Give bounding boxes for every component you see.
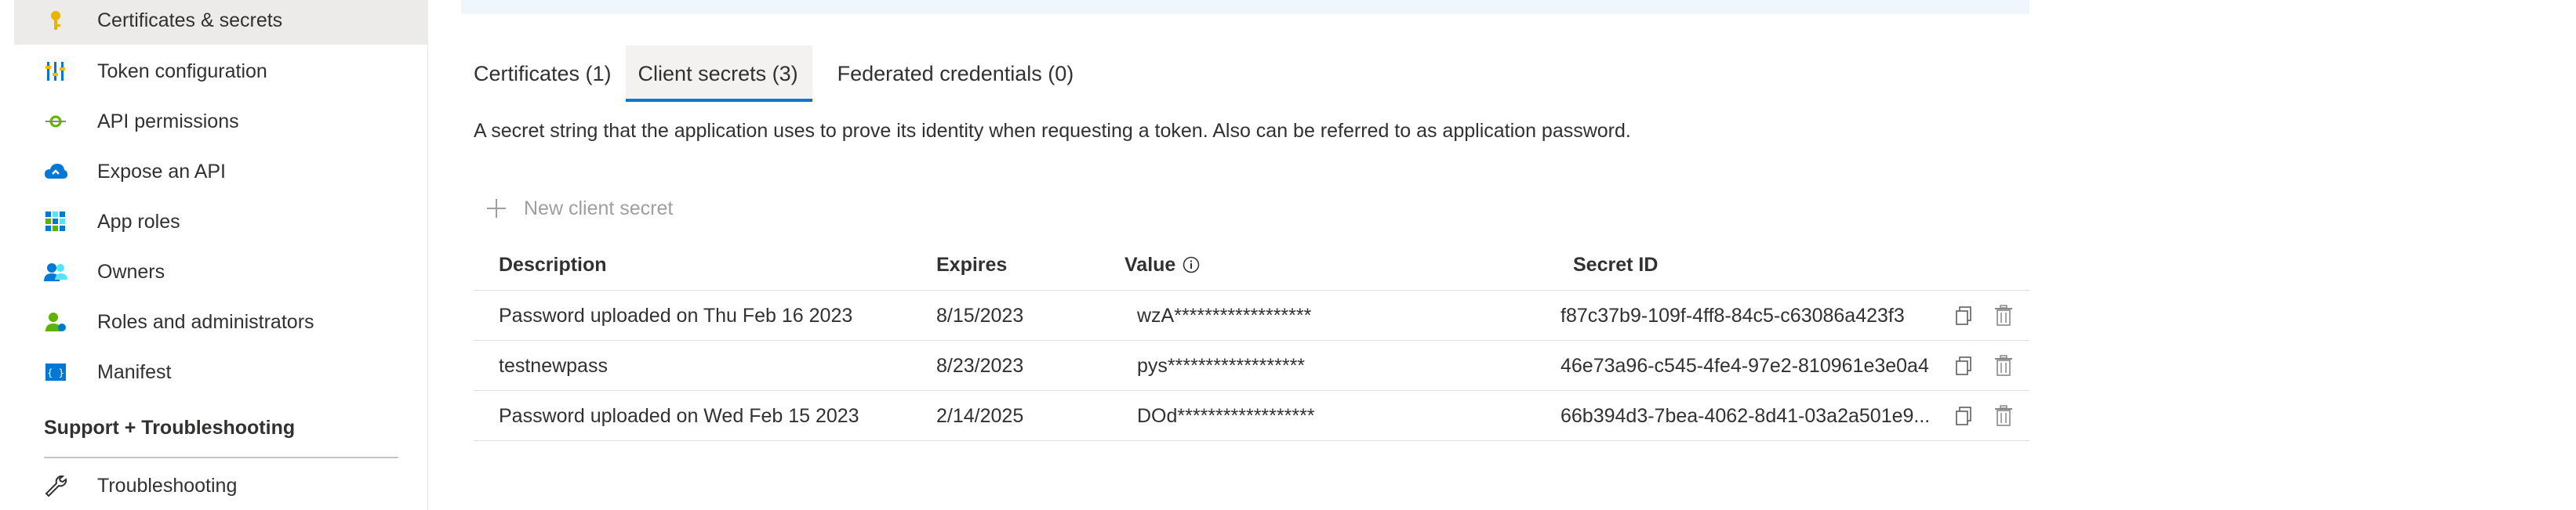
people-icon bbox=[42, 259, 69, 285]
manifest-icon: { } bbox=[42, 359, 69, 385]
app-roles-grid-icon bbox=[42, 208, 69, 235]
tab-federated-credentials[interactable]: Federated credentials (0) bbox=[812, 45, 1087, 102]
cell-secret-id: 46e73a96-c545-4fe4-97e2-810961e3e0a4 bbox=[1560, 341, 1929, 391]
cell-value: DOd****************** bbox=[1137, 404, 1315, 427]
copy-button[interactable] bbox=[1951, 341, 1978, 391]
tab-label: Federated credentials (0) bbox=[837, 61, 1074, 85]
tab-label: Client secrets (3) bbox=[638, 61, 798, 85]
sidebar-item-manifest[interactable]: { } Manifest bbox=[14, 348, 428, 396]
cell-expires: 2/14/2025 bbox=[936, 404, 1024, 427]
cell-value: pys****************** bbox=[1137, 354, 1306, 377]
table-header: Description Expires Value Secret ID bbox=[474, 239, 2029, 291]
cell-description: testnewpass bbox=[499, 354, 608, 377]
sidebar-item-troubleshooting[interactable]: Troubleshooting bbox=[14, 461, 428, 510]
table-row: Password uploaded on Thu Feb 16 2023 8/1… bbox=[474, 291, 2029, 341]
secret-id-text: f87c37b9-109f-4ff8-84c5-c63086a423f3 bbox=[1560, 304, 1905, 327]
tab-label: Certificates (1) bbox=[474, 61, 612, 85]
cell-value: wzA****************** bbox=[1137, 304, 1312, 327]
trash-icon bbox=[1995, 355, 2012, 376]
info-icon[interactable] bbox=[1182, 255, 1201, 274]
sidebar-item-token-configuration[interactable]: Token configuration bbox=[14, 47, 428, 96]
cloud-icon bbox=[42, 158, 69, 185]
sidebar-item-label: Expose an API bbox=[97, 160, 227, 183]
sidebar: Certificates & secrets Token configurati… bbox=[0, 0, 428, 510]
copy-icon bbox=[1956, 356, 1971, 375]
client-secrets-table: Description Expires Value Secret ID Pass… bbox=[474, 239, 2029, 441]
copy-icon bbox=[1956, 306, 1971, 325]
client-secrets-description: A secret string that the application use… bbox=[474, 120, 1631, 142]
header-description[interactable]: Description bbox=[499, 239, 607, 291]
header-value-label: Value bbox=[1125, 253, 1176, 276]
secret-id-text: 66b394d3-7bea-4062-8d41-03a2a501e9... bbox=[1560, 404, 1931, 427]
sidebar-item-label: API permissions bbox=[97, 110, 239, 132]
tab-selected-indicator bbox=[625, 99, 812, 102]
cell-expires: 8/23/2023 bbox=[936, 354, 1024, 377]
api-permissions-icon bbox=[42, 108, 69, 135]
sidebar-divider bbox=[44, 457, 398, 458]
tab-client-secrets[interactable]: Client secrets (3) bbox=[625, 45, 812, 102]
token-config-icon bbox=[42, 58, 69, 85]
cell-secret-id: 66b394d3-7bea-4062-8d41-03a2a501e9... bbox=[1560, 391, 1930, 441]
delete-button[interactable] bbox=[1990, 291, 2017, 341]
tab-certificates[interactable]: Certificates (1) bbox=[461, 45, 626, 102]
sidebar-item-label: Certificates & secrets bbox=[97, 9, 283, 31]
sidebar-item-label: Roles and administrators bbox=[97, 310, 314, 333]
key-icon bbox=[42, 7, 69, 34]
sidebar-item-label: Token configuration bbox=[97, 60, 267, 82]
app-registration-page: Certificates & secrets Token configurati… bbox=[0, 0, 2576, 510]
sidebar-item-api-permissions[interactable]: API permissions bbox=[14, 97, 428, 146]
trash-icon bbox=[1995, 405, 2012, 426]
cell-description: Password uploaded on Thu Feb 16 2023 bbox=[499, 304, 853, 327]
sidebar-item-expose-an-api[interactable]: Expose an API bbox=[14, 147, 428, 196]
copy-button[interactable] bbox=[1951, 291, 1978, 341]
secret-id-text: 46e73a96-c545-4fe4-97e2-810961e3e0a4 bbox=[1560, 354, 1929, 377]
new-client-secret-button[interactable]: New client secret bbox=[485, 193, 673, 224]
plus-icon bbox=[485, 197, 508, 220]
sidebar-item-app-roles[interactable]: App roles bbox=[14, 197, 428, 246]
sidebar-item-certificates-secrets[interactable]: Certificates & secrets bbox=[14, 0, 428, 45]
header-expires[interactable]: Expires bbox=[936, 239, 1007, 291]
copy-icon bbox=[1956, 407, 1971, 425]
tab-bar: Certificates (1) Client secrets (3) Fede… bbox=[461, 45, 1086, 102]
sidebar-item-label: Owners bbox=[97, 260, 165, 283]
sidebar-item-owners[interactable]: Owners bbox=[14, 248, 428, 296]
cell-secret-id: f87c37b9-109f-4ff8-84c5-c63086a423f3 bbox=[1560, 291, 1905, 341]
sidebar-item-label: Manifest bbox=[97, 360, 172, 383]
svg-text:{ }: { } bbox=[47, 367, 64, 378]
cell-expires: 8/15/2023 bbox=[936, 304, 1024, 327]
sidebar-section-title: Support + Troubleshooting bbox=[44, 417, 296, 439]
sidebar-item-label: Troubleshooting bbox=[97, 474, 238, 497]
new-client-secret-label: New client secret bbox=[524, 197, 674, 219]
table-row: Password uploaded on Wed Feb 15 2023 2/1… bbox=[474, 391, 2029, 441]
info-banner bbox=[461, 0, 2029, 14]
delete-button[interactable] bbox=[1990, 391, 2017, 441]
delete-button[interactable] bbox=[1990, 341, 2017, 391]
header-value[interactable]: Value bbox=[1125, 239, 1201, 291]
sidebar-item-roles-administrators[interactable]: Roles and administrators bbox=[14, 298, 428, 346]
cell-description: Password uploaded on Wed Feb 15 2023 bbox=[499, 404, 859, 427]
header-secret-id[interactable]: Secret ID bbox=[1573, 239, 1658, 291]
trash-icon bbox=[1995, 305, 2012, 326]
wrench-icon bbox=[42, 472, 69, 499]
table-row: testnewpass 8/23/2023 pys***************… bbox=[474, 341, 2029, 391]
copy-button[interactable] bbox=[1951, 391, 1978, 441]
admin-person-icon bbox=[42, 309, 69, 335]
sidebar-item-label: App roles bbox=[97, 210, 180, 233]
